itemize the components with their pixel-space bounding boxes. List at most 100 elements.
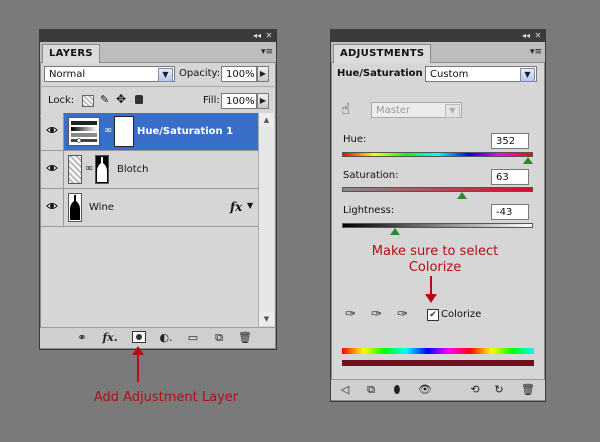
tab-layers[interactable]: LAYERS <box>42 44 100 63</box>
saturation-label: Saturation: <box>343 170 399 181</box>
visibility-toggle[interactable] <box>41 113 64 150</box>
layers-scrollbar[interactable]: ▲ ▼ <box>258 113 274 326</box>
preset-value: Custom <box>430 69 469 80</box>
adjustments-tab-row: ADJUSTMENTS ▾≡ <box>331 42 545 63</box>
colorize-annotation: Make sure to select Colorize <box>362 244 508 276</box>
opacity-field[interactable]: 100% <box>221 66 257 82</box>
lock-all-icon[interactable] <box>135 95 143 104</box>
adjustments-bottom-toolbar: ◁ ⧉ ⬮ 👁 ⟲ ↻ 🗑 <box>331 379 545 400</box>
eye-icon[interactable] <box>46 163 58 173</box>
new-adjustment-layer-icon[interactable]: ◐. <box>158 331 174 345</box>
lightness-label: Lightness: <box>343 205 395 216</box>
collapse-icon[interactable]: ◂◂ <box>521 31 531 40</box>
link-icon[interactable]: ∞ <box>104 125 112 136</box>
layer-row-wine[interactable]: Wine fx ▼ <box>41 189 258 227</box>
layers-tab-row: LAYERS ▾≡ <box>40 42 276 63</box>
chevron-down-icon[interactable]: ▼ <box>520 68 535 82</box>
channel-value: Master <box>376 105 411 116</box>
bottle-mask-icon <box>97 157 107 182</box>
previous-state-icon[interactable]: ⟲ <box>467 383 483 397</box>
panel-menu-icon[interactable]: ▾≡ <box>529 46 543 58</box>
add-layer-style-icon[interactable]: fx. <box>102 331 118 345</box>
scroll-up-icon[interactable]: ▲ <box>259 113 274 127</box>
saturation-slider-track[interactable] <box>342 187 533 192</box>
expand-effects-icon[interactable]: ▼ <box>247 201 253 210</box>
visibility-eye-icon[interactable]: 👁 <box>417 383 433 397</box>
layer-name: Hue/Saturation 1 <box>137 126 234 137</box>
colorize-checkbox[interactable]: ✔ <box>427 309 439 321</box>
lock-transparent-pixels-icon[interactable] <box>82 95 94 107</box>
eyedropper-minus-icon[interactable]: ✑ <box>397 307 408 322</box>
layer-mask-thumbnail[interactable] <box>95 155 109 184</box>
opacity-arrow-icon[interactable]: ▶ <box>257 66 269 82</box>
layer-row-hue-saturation[interactable]: ∞ Hue/Saturation 1 <box>41 113 258 151</box>
bottle-thumbnail-icon <box>70 195 80 220</box>
channel-select: Master ▼ <box>371 102 462 118</box>
preset-select[interactable]: Custom ▼ <box>425 66 537 82</box>
colorize-annotation-line2: Colorize <box>408 260 462 275</box>
colorize-label: Colorize <box>441 309 482 320</box>
layer-name: Blotch <box>117 164 149 175</box>
hue-slider-track[interactable] <box>342 152 533 157</box>
output-color-bar <box>342 360 534 366</box>
fill-arrow-icon[interactable]: ▶ <box>257 93 269 109</box>
delete-layer-icon[interactable]: 🗑 <box>238 331 252 345</box>
close-icon[interactable]: ✕ <box>264 31 274 40</box>
adjustment-thumbnail[interactable] <box>68 117 100 146</box>
add-layer-mask-icon[interactable] <box>132 331 146 343</box>
collapse-icon[interactable]: ◂◂ <box>252 31 262 40</box>
adjustment-histogram-icon <box>71 121 97 143</box>
eye-icon[interactable] <box>46 201 58 211</box>
new-group-icon[interactable]: ▭ <box>186 331 200 345</box>
layer-row-blotch[interactable]: ∞ Blotch <box>41 151 258 189</box>
visibility-toggle[interactable] <box>41 151 64 188</box>
saturation-field[interactable]: 63 <box>491 169 529 185</box>
eyedropper-icon[interactable]: ✑ <box>345 307 356 322</box>
fill-field[interactable]: 100% <box>221 93 257 109</box>
opacity-label: Opacity: <box>179 68 221 79</box>
lock-label: Lock: <box>48 95 75 106</box>
lightness-field[interactable]: -43 <box>491 204 529 220</box>
blend-mode-value: Normal <box>49 69 86 80</box>
link-layers-icon[interactable]: ⚭ <box>74 331 90 345</box>
targeted-adjustment-hand-icon[interactable]: ☝ <box>341 100 350 118</box>
adjustments-panel: ◂◂ ✕ ADJUSTMENTS ▾≡ Hue/Saturation Custo… <box>330 29 546 402</box>
lock-position-icon[interactable]: ✥ <box>116 92 126 106</box>
colorize-annotation-line1: Make sure to select <box>371 244 499 259</box>
fill-label: Fill: <box>203 95 220 106</box>
back-arrow-icon[interactable]: ◁ <box>337 383 353 397</box>
layers-bottom-toolbar: ⚭ fx. ◐. ▭ ⧉ 🗑 <box>40 327 275 348</box>
clip-to-layer-icon[interactable]: ⬮ <box>389 383 405 397</box>
layer-thumbnail[interactable] <box>68 155 82 184</box>
eyedropper-plus-icon[interactable]: ✑ <box>371 307 382 322</box>
chevron-down-icon[interactable]: ▼ <box>158 68 173 82</box>
hue-field[interactable]: 352 <box>491 133 529 149</box>
delete-adjustment-icon[interactable]: 🗑 <box>521 383 535 397</box>
layer-mask-thumbnail[interactable] <box>114 116 134 147</box>
layer-effects-icon[interactable]: fx <box>230 200 242 214</box>
blend-mode-select[interactable]: Normal ▼ <box>44 66 175 82</box>
visibility-toggle[interactable] <box>41 189 64 226</box>
new-layer-icon[interactable]: ⧉ <box>212 331 226 345</box>
lock-row: Lock: ✎ ✥ Fill: 100% ▶ <box>40 86 276 116</box>
layer-name: Wine <box>89 202 114 213</box>
adjustment-layer-annotation-arrow <box>132 346 144 382</box>
reset-icon[interactable]: ↻ <box>491 383 507 397</box>
hue-slider-handle[interactable] <box>523 157 533 164</box>
adjustment-layer-annotation: Add Adjustment Layer <box>93 390 239 405</box>
hue-label: Hue: <box>343 134 367 145</box>
expanded-view-icon[interactable]: ⧉ <box>363 383 379 397</box>
layer-thumbnail[interactable] <box>68 193 82 222</box>
lightness-slider-handle[interactable] <box>390 228 400 235</box>
saturation-slider-handle[interactable] <box>457 192 467 199</box>
close-icon[interactable]: ✕ <box>533 31 543 40</box>
scroll-down-icon[interactable]: ▼ <box>259 312 274 326</box>
eye-icon[interactable] <box>46 125 58 135</box>
tab-adjustments[interactable]: ADJUSTMENTS <box>333 44 432 63</box>
panel-menu-icon[interactable]: ▾≡ <box>260 46 274 58</box>
lock-image-pixels-icon[interactable]: ✎ <box>100 93 109 106</box>
link-icon[interactable]: ∞ <box>85 163 93 174</box>
panel-top-bar: ◂◂ ✕ <box>40 30 276 42</box>
lightness-slider-track[interactable] <box>342 223 533 228</box>
chevron-down-icon: ▼ <box>445 104 460 118</box>
